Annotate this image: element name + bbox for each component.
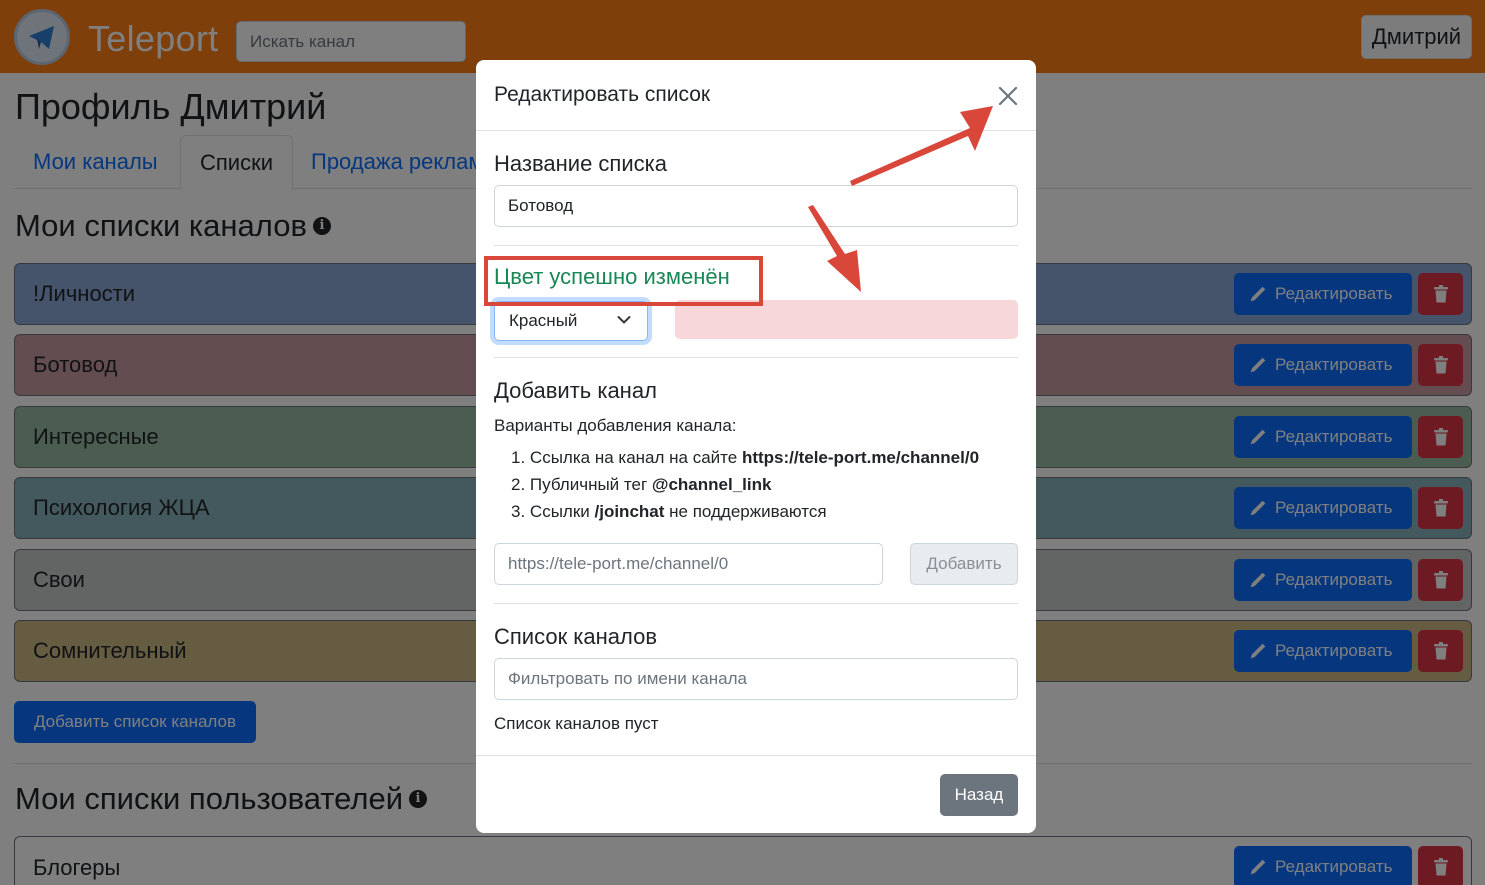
annotation-arrow-to-swatch bbox=[808, 205, 861, 292]
annotation-arrows bbox=[808, 106, 993, 292]
annotation-arrow-to-close bbox=[850, 106, 993, 186]
